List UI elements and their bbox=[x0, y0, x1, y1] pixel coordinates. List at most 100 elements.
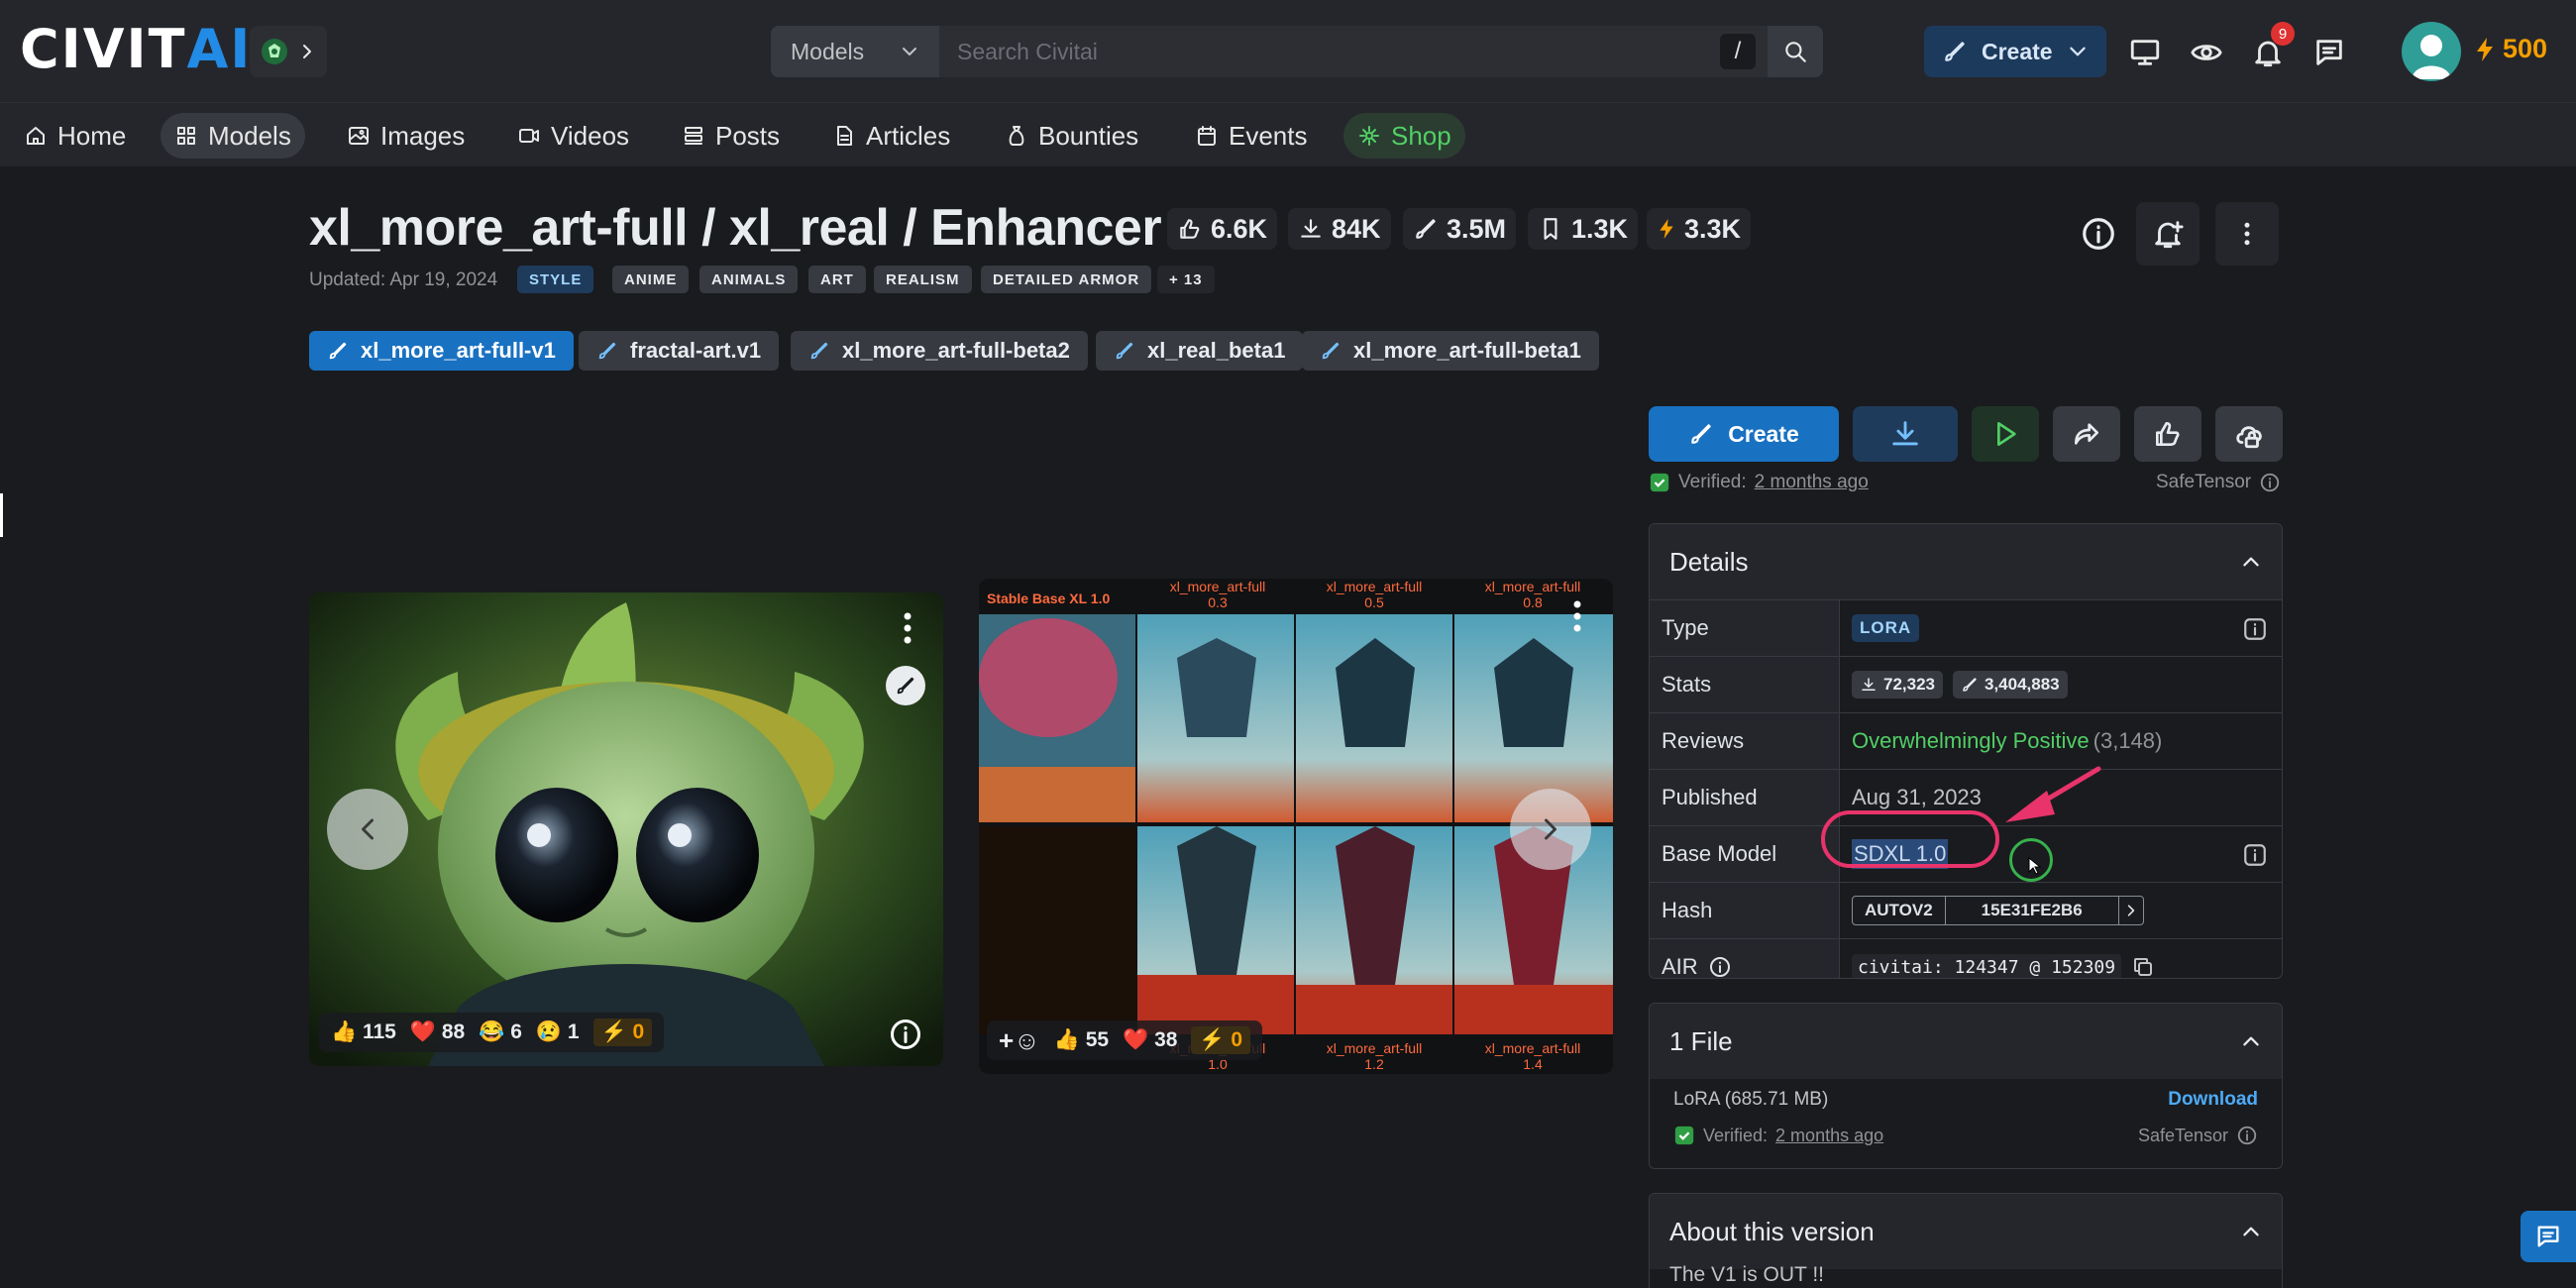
image2-reactions[interactable]: +☺ 👍 55 ❤️ 38 ⚡ 0 bbox=[987, 1020, 1263, 1060]
image1-reactions[interactable]: 👍 115 ❤️ 88 😂 6 😢 1 ⚡ 0 bbox=[319, 1013, 665, 1052]
reaction-cry[interactable]: 😢 1 bbox=[536, 1020, 580, 1044]
version-tab-xl-more-art-full-beta2[interactable]: xl_more_art-full-beta2 bbox=[791, 331, 1088, 371]
version-tab-xl-more-art-full-beta1[interactable]: xl_more_art-full-beta1 bbox=[1302, 331, 1599, 371]
download-button[interactable] bbox=[1853, 406, 1958, 462]
tag-realism[interactable]: REALISM bbox=[874, 266, 972, 293]
nav-label: Videos bbox=[551, 120, 630, 151]
bookmark-icon bbox=[1538, 216, 1563, 242]
search-input[interactable] bbox=[939, 26, 1720, 77]
chat-icon[interactable] bbox=[2312, 36, 2346, 69]
info-icon[interactable] bbox=[2259, 472, 2281, 493]
reaction-heart[interactable]: ❤️ 38 bbox=[1123, 1028, 1177, 1052]
model-info-button[interactable] bbox=[2067, 202, 2130, 266]
eye-icon[interactable] bbox=[2190, 36, 2223, 69]
files-header[interactable]: 1 File bbox=[1650, 1004, 2282, 1079]
reaction-like[interactable]: 👍 115 bbox=[331, 1020, 396, 1044]
chevron-right-icon bbox=[1536, 814, 1565, 844]
tag-animals[interactable]: ANIMALS bbox=[699, 266, 799, 293]
extension-switcher[interactable] bbox=[250, 26, 327, 77]
nav-item-posts[interactable]: Posts bbox=[668, 113, 794, 159]
share-button[interactable] bbox=[2053, 406, 2120, 462]
file-verified-time[interactable]: 2 months ago bbox=[1775, 1126, 1883, 1146]
tag-more[interactable]: + 13 bbox=[1157, 266, 1215, 293]
version-tab-fractal-art-v1[interactable]: fractal-art.v1 bbox=[579, 331, 780, 371]
tag-detailed-armor[interactable]: DETAILED ARMOR bbox=[981, 266, 1152, 293]
add-reaction-icon[interactable]: +☺ bbox=[999, 1025, 1040, 1056]
nav-item-events[interactable]: Events bbox=[1181, 113, 1322, 159]
reviews-link[interactable]: Overwhelmingly Positive bbox=[1852, 728, 2090, 754]
nav-item-home[interactable]: Home bbox=[10, 113, 140, 159]
buzz-balance[interactable]: 500 bbox=[2473, 34, 2547, 64]
image1-remix-button[interactable] bbox=[886, 666, 925, 705]
file-name: LoRA (685.71 MB) bbox=[1673, 1089, 1829, 1110]
nav-item-articles[interactable]: Articles bbox=[818, 113, 964, 159]
stat-likes[interactable]: 6.6K bbox=[1167, 208, 1278, 250]
tag-art[interactable]: ART bbox=[808, 266, 866, 293]
gallery-next-button[interactable] bbox=[1510, 789, 1591, 870]
support-chat-button[interactable] bbox=[2521, 1211, 2576, 1262]
version-tab-xl-more-art-full-v1[interactable]: xl_more_art-full-v1 bbox=[309, 331, 574, 371]
tag-anime[interactable]: ANIME bbox=[612, 266, 690, 293]
reaction-laugh[interactable]: 😂 6 bbox=[479, 1020, 522, 1044]
image1-menu-button[interactable] bbox=[898, 610, 917, 646]
copy-icon[interactable] bbox=[2131, 955, 2155, 978]
nav-item-shop[interactable]: Shop bbox=[1343, 113, 1465, 159]
more-options-button[interactable] bbox=[2215, 202, 2279, 266]
follow-notify-button[interactable] bbox=[2136, 202, 2200, 266]
details-panel: Details Type LORA Stats 72,323 3,404,883… bbox=[1649, 523, 2283, 979]
search-button[interactable] bbox=[1768, 26, 1823, 77]
verified-time-link[interactable]: 2 months ago bbox=[1755, 472, 1869, 493]
tag-style[interactable]: STYLE bbox=[517, 266, 594, 293]
chevron-down-icon bbox=[900, 42, 919, 61]
grid-header-value: 0.5 bbox=[1364, 594, 1384, 610]
stat-downloads[interactable]: 84K bbox=[1288, 208, 1391, 250]
moneybag-icon bbox=[1005, 124, 1028, 148]
info-icon[interactable] bbox=[2236, 1125, 2258, 1146]
nav-item-images[interactable]: Images bbox=[333, 113, 479, 159]
file-download-link[interactable]: Download bbox=[2168, 1089, 2258, 1111]
info-icon[interactable] bbox=[1708, 955, 1732, 978]
search-type-select[interactable]: Models bbox=[771, 26, 939, 77]
civitai-logo[interactable]: CIVIT AI bbox=[20, 22, 252, 77]
reaction-like-count: 55 bbox=[1085, 1028, 1110, 1051]
info-icon[interactable] bbox=[2242, 842, 2268, 868]
stat-generations[interactable]: 3.5M bbox=[1403, 208, 1517, 250]
nav-item-models[interactable]: Models bbox=[161, 113, 305, 159]
version-tab-xl-real-beta1[interactable]: xl_real_beta1 bbox=[1096, 331, 1304, 371]
grid-header-label: xl_more_art-full bbox=[1169, 579, 1266, 594]
like-button[interactable] bbox=[2134, 406, 2201, 462]
reaction-buzz[interactable]: ⚡ 0 bbox=[1191, 1026, 1251, 1054]
header-create-button[interactable]: Create bbox=[1924, 26, 2106, 77]
stat-downloads-value: 84K bbox=[1332, 213, 1381, 244]
user-avatar[interactable] bbox=[2402, 22, 2461, 81]
hash-copy-box[interactable]: AUTOV2 15E31FE2B6 bbox=[1852, 896, 2144, 925]
details-row-stats: Stats 72,323 3,404,883 bbox=[1650, 656, 2282, 712]
logo-text-civit: CIVIT bbox=[20, 18, 187, 80]
gallery-prev-button[interactable] bbox=[327, 789, 408, 870]
chevron-right-icon[interactable] bbox=[2117, 897, 2143, 924]
stat-buzz[interactable]: 3.3K bbox=[1647, 208, 1752, 250]
generate-create-button[interactable]: Create bbox=[1649, 406, 1839, 462]
run-button[interactable] bbox=[1972, 406, 2039, 462]
monitor-icon[interactable] bbox=[2128, 36, 2162, 69]
dots-vertical-icon bbox=[898, 610, 917, 646]
nav-item-bounties[interactable]: Bounties bbox=[991, 113, 1152, 159]
info-icon[interactable] bbox=[2242, 616, 2268, 642]
nav-item-videos[interactable]: Videos bbox=[503, 113, 643, 159]
details-header[interactable]: Details bbox=[1650, 524, 2282, 599]
highlight-annotation-ring bbox=[1821, 810, 1999, 868]
grid-header-base: Stable Base XL 1.0 bbox=[987, 590, 1111, 606]
cloud-save-button[interactable] bbox=[2215, 406, 2283, 462]
reaction-like[interactable]: 👍 55 bbox=[1054, 1028, 1109, 1052]
reaction-heart[interactable]: ❤️ 88 bbox=[410, 1020, 465, 1044]
image2-menu-button[interactable] bbox=[1567, 598, 1587, 634]
about-header[interactable]: About this version bbox=[1650, 1194, 2282, 1269]
reaction-buzz[interactable]: ⚡ 0 bbox=[592, 1019, 653, 1046]
buzz-amount: 500 bbox=[2503, 34, 2548, 63]
generate-create-label: Create bbox=[1728, 420, 1799, 447]
updated-date: Updated: Apr 19, 2024 bbox=[309, 269, 498, 290]
stat-bookmarks[interactable]: 1.3K bbox=[1528, 208, 1639, 250]
hash-type: AUTOV2 bbox=[1865, 901, 1933, 919]
home-icon bbox=[24, 124, 48, 148]
image1-info-button[interactable] bbox=[888, 1017, 923, 1052]
